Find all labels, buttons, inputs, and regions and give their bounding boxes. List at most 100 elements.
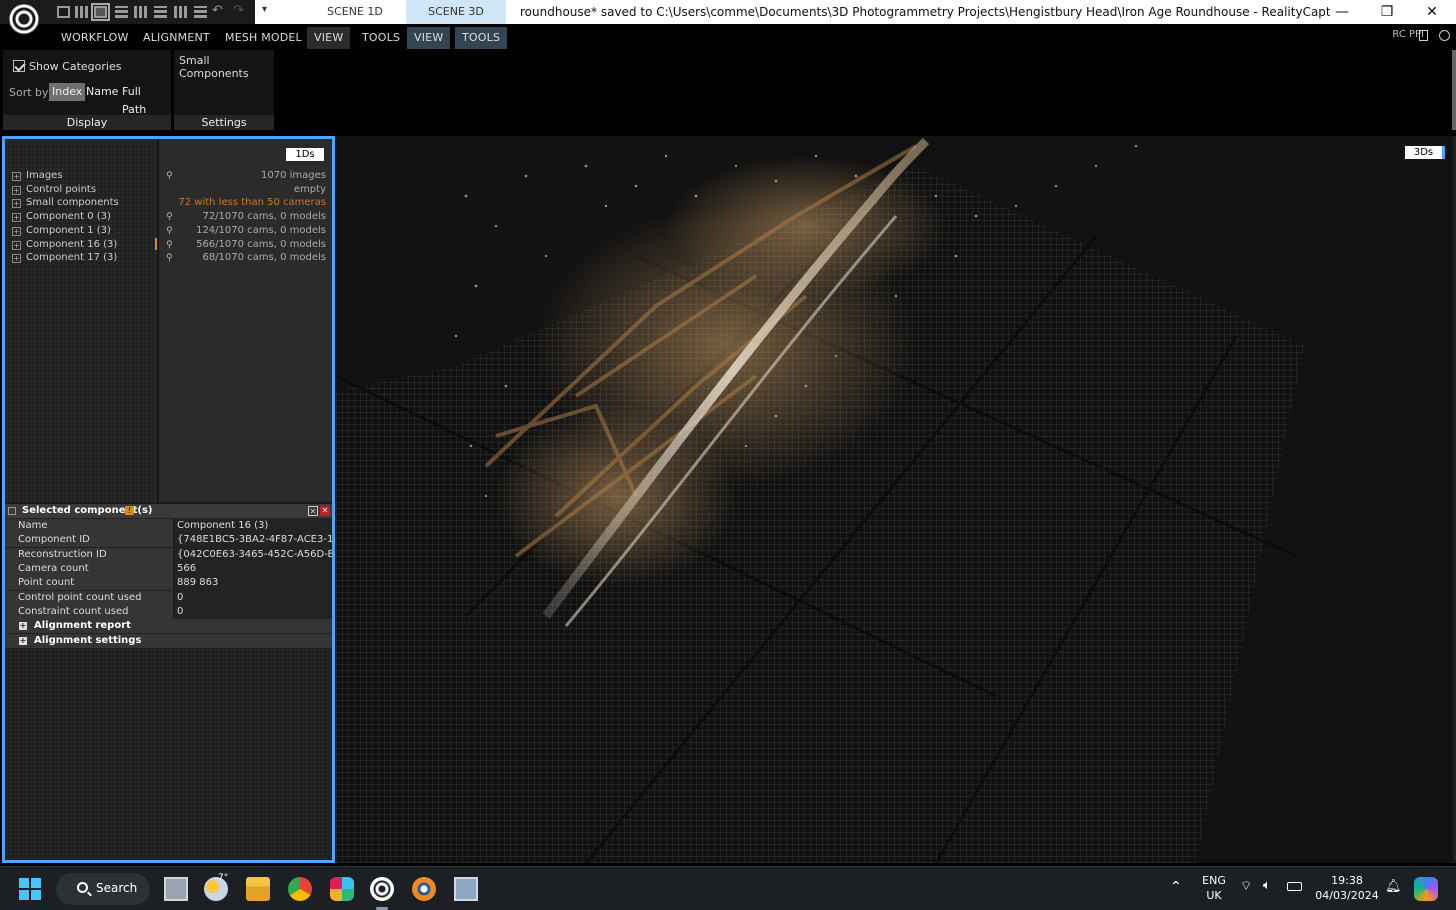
tree-row-value: 68/1070 cams, 0 models: [202, 252, 326, 264]
menu-view-3d[interactable]: VIEW: [407, 27, 451, 49]
property-row[interactable]: Name Component 16 (3): [5, 519, 332, 533]
property-value[interactable]: Component 16 (3): [174, 519, 332, 533]
tree-row[interactable]: + Control points empty: [5, 183, 332, 197]
help-icon[interactable]: [1439, 30, 1450, 41]
property-row[interactable]: Component ID{748E1BC5-3BA2-4F87-ACE3-175…: [5, 533, 332, 548]
copilot-icon[interactable]: [1414, 877, 1438, 901]
pin-icon[interactable]: ⚲: [166, 238, 173, 252]
show-categories-label[interactable]: Show Categories: [29, 60, 121, 73]
display-group-label: Display: [3, 115, 171, 130]
expand-icon[interactable]: +: [12, 254, 21, 264]
sort-name-button[interactable]: Name: [83, 83, 121, 101]
expand-icon[interactable]: +: [19, 636, 27, 645]
ribbon-scrollbar[interactable]: [1452, 50, 1456, 130]
language-top[interactable]: ENG: [1200, 874, 1228, 887]
minimize-button[interactable]: —: [1320, 0, 1364, 24]
small-components-button[interactable]: Small Components: [179, 54, 274, 80]
undo-icon[interactable]: ↶: [212, 3, 223, 18]
sort-index-button[interactable]: Index: [49, 83, 86, 101]
property-row[interactable]: Camera count 566: [5, 561, 332, 576]
expand-icon[interactable]: +: [12, 199, 21, 209]
expand-icon[interactable]: +: [12, 213, 21, 223]
tree-row[interactable]: + Small components 72 with less than 50 ca…: [5, 196, 332, 210]
windows-start-icon[interactable]: [19, 878, 41, 900]
realitycapture-logo-icon[interactable]: [8, 3, 40, 35]
property-key: Component ID: [5, 533, 173, 548]
remote-desktop-icon[interactable]: [454, 877, 478, 901]
collapse-icon[interactable]: [8, 507, 16, 515]
pin-icon[interactable]: ⚲: [166, 224, 173, 238]
expand-icon[interactable]: +: [12, 185, 21, 195]
expand-icon[interactable]: +: [12, 226, 21, 236]
volume-icon[interactable]: 🔈︎: [1263, 878, 1271, 893]
tab-scene-3d[interactable]: SCENE 3D: [406, 0, 506, 24]
tree-row[interactable]: + Component 16 (3) ⚲ 566/1070 cams, 0 model…: [5, 237, 332, 252]
blender-icon[interactable]: [412, 877, 436, 901]
layout-5-icon[interactable]: [134, 6, 147, 18]
restore-button[interactable]: ❐: [1365, 0, 1409, 24]
show-categories-checkbox[interactable]: [13, 60, 25, 72]
sort-full-path-button[interactable]: Full Path: [119, 83, 171, 116]
file-explorer-icon[interactable]: [246, 877, 270, 901]
menu-tools[interactable]: TOOLS: [355, 27, 407, 49]
layout-4-icon[interactable]: [115, 6, 128, 18]
menu-mesh-model[interactable]: MESH MODEL: [218, 27, 309, 49]
task-view-icon[interactable]: [164, 877, 188, 901]
search-label: Search: [96, 881, 138, 895]
expand-icon[interactable]: +: [12, 240, 21, 250]
point-cloud-scene[interactable]: [336, 136, 1453, 863]
property-value[interactable]: 566: [174, 561, 332, 576]
property-row[interactable]: Point count 889 863: [5, 576, 332, 591]
redo-icon[interactable]: ↷: [233, 3, 244, 18]
property-row[interactable]: Control point count used 0: [5, 590, 332, 605]
expand-icon[interactable]: +: [12, 172, 21, 181]
clock-time[interactable]: 19:38: [1316, 874, 1378, 887]
realitycapture-taskbar-icon[interactable]: [370, 877, 394, 901]
slack-icon[interactable]: [330, 877, 354, 901]
tree-row-label: Small components: [26, 197, 119, 209]
property-section[interactable]: + Alignment report: [5, 619, 332, 633]
close-button[interactable]: ✕: [1410, 0, 1454, 24]
search-box[interactable]: Search: [56, 873, 150, 905]
menu-alignment[interactable]: ALIGNMENT: [136, 27, 217, 49]
battery-icon[interactable]: [1287, 882, 1302, 891]
chrome-icon[interactable]: [288, 877, 312, 901]
clock-date[interactable]: 04/03/2024: [1312, 889, 1382, 902]
pin-icon[interactable]: ⚲: [166, 251, 173, 265]
menu-tools-3d[interactable]: TOOLS: [455, 27, 508, 49]
language-bottom[interactable]: UK: [1200, 889, 1228, 902]
3d-viewport[interactable]: 3Ds: [336, 136, 1453, 863]
layout-1-icon[interactable]: [57, 6, 70, 18]
pin-icon[interactable]: ⚲: [166, 169, 173, 183]
property-row[interactable]: Constraint count used 0: [5, 604, 332, 619]
tab-scene-1d[interactable]: SCENE 1D: [305, 0, 405, 24]
layout-8-icon[interactable]: [194, 6, 207, 18]
pin-icon[interactable]: ⚲: [166, 210, 173, 224]
tree-row[interactable]: + Component 0 (3) ⚲ 72/1070 cams, 0 models: [5, 210, 332, 224]
layout-3-icon[interactable]: [91, 3, 110, 21]
property-row[interactable]: Reconstruction ID {042C0E63-3465-452C-A56…: [5, 547, 332, 562]
menu-workflow[interactable]: WORKFLOW: [54, 27, 136, 49]
property-value[interactable]: 889 863: [174, 576, 332, 591]
layout-2-icon[interactable]: [75, 6, 88, 18]
quick-access-dropdown-icon[interactable]: ▾: [262, 4, 267, 15]
notification-bell-icon[interactable]: 🔔︎: [1385, 879, 1402, 894]
menu-bar: WORKFLOW ALIGNMENT MESH MODEL VIEW TOOLS…: [0, 24, 1456, 50]
wifi-icon[interactable]: ⌔: [1240, 878, 1252, 894]
close-panel-icon[interactable]: ✕: [320, 506, 330, 516]
menu-view[interactable]: VIEW: [307, 27, 351, 49]
tree-row[interactable]: + Component 17 (3) ⚲ 68/1070 cams, 0 models: [5, 251, 332, 265]
property-value[interactable]: {042C0E63-3465-452C-A56D-B02...: [174, 547, 332, 562]
expand-icon[interactable]: +: [19, 622, 27, 630]
property-section[interactable]: + Alignment settings: [5, 633, 332, 648]
tree-row[interactable]: + Component 1 (3) ⚲ 124/1070 cams, 0 models: [5, 224, 332, 238]
property-value[interactable]: 0: [174, 590, 332, 605]
float-panel-icon[interactable]: ✕: [308, 506, 318, 516]
layout-6-icon[interactable]: [154, 6, 167, 18]
property-value[interactable]: 0: [174, 604, 332, 619]
layout-7-icon[interactable]: [174, 6, 187, 18]
document-icon[interactable]: [1419, 30, 1428, 41]
property-value[interactable]: {748E1BC5-3BA2-4F87-ACE3-175...: [174, 533, 332, 548]
tree-row[interactable]: + Images ⚲ 1070 images: [5, 169, 332, 183]
chevron-up-icon[interactable]: ⌃: [1170, 879, 1182, 895]
